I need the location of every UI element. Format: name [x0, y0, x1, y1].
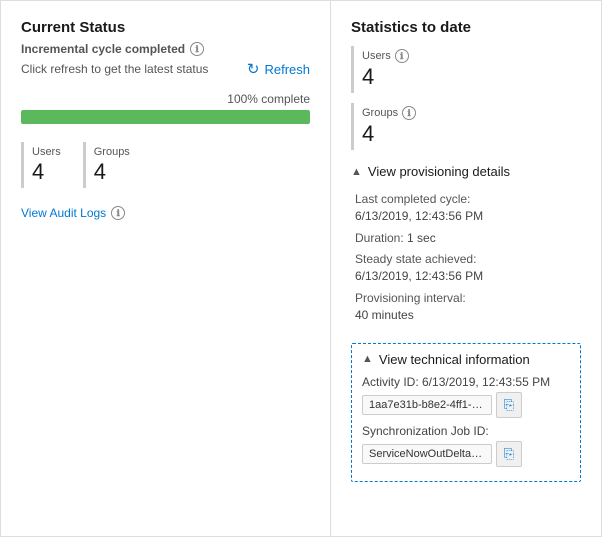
right-groups-info-icon[interactable]: ℹ — [402, 106, 416, 120]
provisioning-chevron-icon: ▲ — [351, 166, 362, 178]
provisioning-details-header[interactable]: ▲ View provisioning details — [351, 160, 581, 183]
right-users-value: 4 — [362, 64, 567, 90]
interval-value: 40 minutes — [355, 308, 414, 322]
last-completed-row: Last completed cycle: 6/13/2019, 12:43:5… — [355, 191, 581, 225]
right-users-label: Users — [362, 50, 391, 62]
right-groups-label: Groups — [362, 107, 398, 119]
steady-state-label: Steady state achieved: — [355, 252, 476, 266]
users-value: 4 — [32, 160, 61, 184]
provisioning-details-section: ▲ View provisioning details Last complet… — [351, 160, 581, 333]
copy-icon: ⎘ — [504, 397, 514, 413]
activity-label: Activity ID: 6/13/2019, 12:43:55 PM — [362, 375, 570, 389]
sync-job-row: Synchronization Job ID: ServiceNowOutDel… — [362, 424, 570, 467]
progress-label: 100% complete — [21, 92, 310, 106]
refresh-label: Refresh — [264, 62, 310, 77]
last-completed-value: 6/13/2019, 12:43:56 PM — [355, 209, 483, 223]
right-groups-box: Groups ℹ 4 — [351, 103, 581, 150]
right-users-box: Users ℹ 4 — [351, 46, 581, 93]
activity-id-field: 1aa7e31b-b8e2-4ff1-9... ⎘ — [362, 392, 570, 418]
progress-bar-background — [21, 110, 310, 124]
groups-value: 4 — [94, 160, 130, 184]
right-users-info-icon[interactable]: ℹ — [395, 49, 409, 63]
view-audit-logs-link[interactable]: View Audit Logs — [21, 206, 106, 220]
sync-id-field: ServiceNowOutDelta.3... ⎘ — [362, 441, 570, 467]
progress-bar-fill — [21, 110, 310, 124]
provisioning-header-label: View provisioning details — [368, 164, 510, 179]
click-refresh-text: Click refresh to get the latest status — [21, 62, 208, 76]
tech-header-label: View technical information — [379, 352, 530, 367]
groups-stat-box: Groups 4 — [83, 142, 144, 188]
activity-id-row: Activity ID: 6/13/2019, 12:43:55 PM 1aa7… — [362, 375, 570, 418]
refresh-button[interactable]: ↻ Refresh — [247, 60, 310, 78]
sync-label: Synchronization Job ID: — [362, 424, 570, 438]
users-stat-box: Users 4 — [21, 142, 75, 188]
audit-link-label: View Audit Logs — [21, 206, 106, 220]
users-label: Users — [32, 146, 61, 158]
subtitle-info-icon[interactable]: ℹ — [190, 42, 204, 56]
subtitle-text: Incremental cycle completed — [21, 42, 185, 56]
duration-row: Duration: 1 sec — [355, 230, 581, 247]
current-status-title: Current Status — [21, 19, 310, 36]
refresh-icon: ↻ — [247, 60, 260, 78]
stats-row: Users 4 Groups 4 — [21, 142, 310, 188]
interval-row: Provisioning interval: 40 minutes — [355, 290, 581, 324]
statistics-title: Statistics to date — [351, 19, 581, 36]
copy-icon-2: ⎘ — [504, 446, 514, 462]
sync-id-input[interactable]: ServiceNowOutDelta.3... — [362, 444, 492, 464]
activity-id-input[interactable]: 1aa7e31b-b8e2-4ff1-9... — [362, 395, 492, 415]
tech-chevron-icon: ▲ — [362, 353, 373, 365]
interval-label: Provisioning interval: — [355, 291, 466, 305]
steady-state-row: Steady state achieved: 6/13/2019, 12:43:… — [355, 251, 581, 285]
activity-id-copy-button[interactable]: ⎘ — [496, 392, 522, 418]
duration-label: Duration: — [355, 231, 404, 245]
technical-info-section: ▲ View technical information Activity ID… — [351, 343, 581, 482]
audit-info-icon[interactable]: ℹ — [111, 206, 125, 220]
last-completed-label: Last completed cycle: — [355, 192, 470, 206]
right-panel: Statistics to date Users ℹ 4 Groups ℹ 4 … — [331, 1, 601, 536]
groups-label: Groups — [94, 146, 130, 158]
sync-id-copy-button[interactable]: ⎘ — [496, 441, 522, 467]
steady-state-value: 6/13/2019, 12:43:56 PM — [355, 269, 483, 283]
provisioning-details-content: Last completed cycle: 6/13/2019, 12:43:5… — [351, 183, 581, 333]
duration-value: 1 sec — [407, 231, 436, 245]
left-panel: Current Status Incremental cycle complet… — [1, 1, 331, 536]
progress-section: 100% complete — [21, 92, 310, 124]
technical-info-header[interactable]: ▲ View technical information — [362, 352, 570, 367]
right-groups-value: 4 — [362, 121, 567, 147]
